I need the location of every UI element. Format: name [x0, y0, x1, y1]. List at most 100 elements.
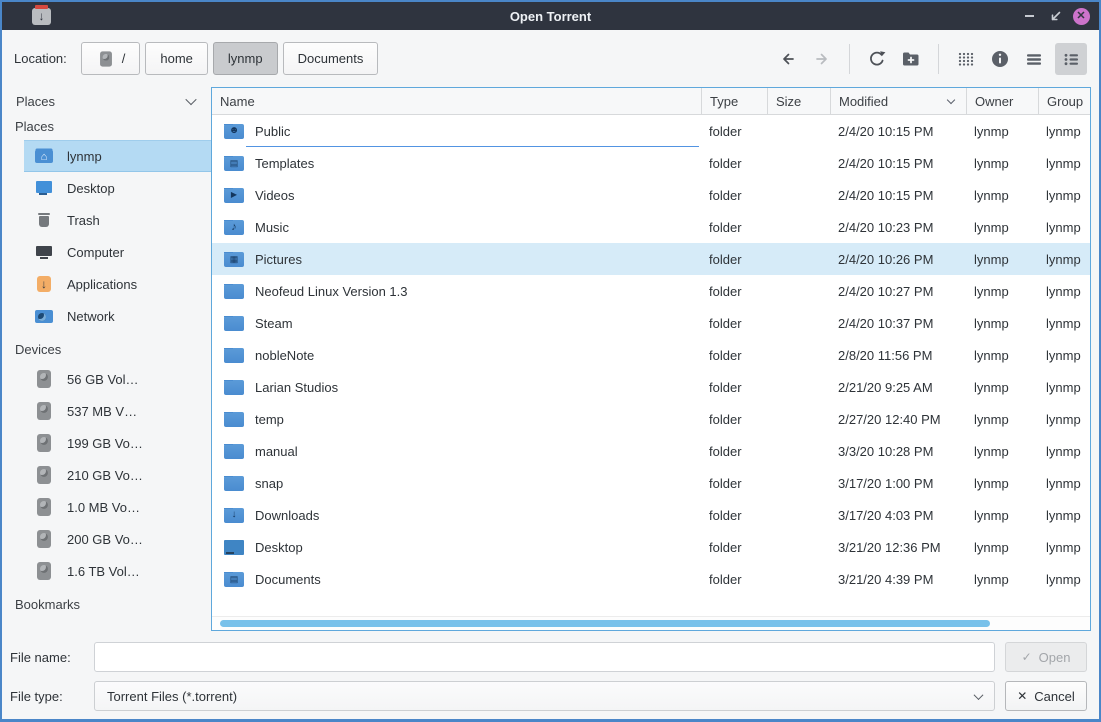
file-type: folder — [701, 156, 767, 171]
table-row[interactable]: Desktop folder 3/21/20 12:36 PM lynmp ly… — [212, 531, 1090, 563]
window-title: Open Torrent — [2, 9, 1099, 24]
detailed-list-button[interactable] — [1055, 43, 1087, 75]
place-icon — [34, 210, 54, 230]
open-button[interactable]: ✓ Open — [1005, 642, 1087, 672]
table-header: Name Type Size Modified Owner Group — [212, 88, 1090, 115]
sidebar-item-label: 199 GB Vo… — [67, 436, 143, 451]
breadcrumb-lynmp[interactable]: lynmp — [213, 42, 278, 75]
file-group: lynmp — [1038, 188, 1090, 203]
table-row[interactable]: Documents folder 3/21/20 4:39 PM lynmp l… — [212, 563, 1090, 595]
cancel-button[interactable]: ✕ Cancel — [1005, 681, 1087, 711]
file-name: Larian Studios — [255, 380, 338, 395]
table-row[interactable]: Public folder 2/4/20 10:15 PM lynmp lynm… — [212, 115, 1090, 147]
section-label-bookmarks: Bookmarks — [2, 587, 211, 618]
sidebar-item[interactable]: Desktop — [2, 172, 211, 204]
close-icon: ✕ — [1076, 11, 1085, 22]
column-header-name[interactable]: Name — [212, 88, 701, 114]
file-modified: 3/21/20 4:39 PM — [830, 572, 966, 587]
sidebar-item[interactable]: lynmp — [24, 140, 211, 172]
file-owner: lynmp — [966, 444, 1038, 459]
table-row[interactable]: snap folder 3/17/20 1:00 PM lynmp lynmp — [212, 467, 1090, 499]
horizontal-scrollbar[interactable] — [212, 616, 1090, 630]
file-modified: 2/4/20 10:15 PM — [830, 188, 966, 203]
file-modified: 2/4/20 10:37 PM — [830, 316, 966, 331]
sidebar-item-label: 537 MB V… — [67, 404, 137, 419]
file-group: lynmp — [1038, 476, 1090, 491]
toolbar-separator — [938, 44, 939, 74]
file-name: Videos — [255, 188, 295, 203]
folder-icon — [224, 124, 244, 139]
forward-button[interactable] — [809, 46, 835, 72]
file-type-select[interactable]: Torrent Files (*.torrent) — [94, 681, 995, 711]
file-name: temp — [255, 412, 284, 427]
sidebar-item-device[interactable]: 537 MB V… — [2, 395, 211, 427]
devices-list: 56 GB Vol… 537 MB V… 199 GB Vo… — [2, 363, 211, 587]
back-button[interactable] — [775, 46, 801, 72]
icon-view-button[interactable] — [953, 46, 979, 72]
transmission-app-icon — [32, 8, 51, 25]
column-header-modified[interactable]: Modified — [830, 88, 966, 114]
chevron-down-icon — [185, 94, 196, 105]
file-name: Music — [255, 220, 289, 235]
column-header-owner[interactable]: Owner — [966, 88, 1038, 114]
sidebar-item-device[interactable]: 56 GB Vol… — [2, 363, 211, 395]
column-header-group[interactable]: Group — [1038, 88, 1090, 114]
file-type: folder — [701, 220, 767, 235]
file-name: nobleNote — [255, 348, 314, 363]
file-type: folder — [701, 380, 767, 395]
short-list-button[interactable] — [1021, 46, 1047, 72]
sidebar-item-device[interactable]: 200 GB Vo… — [2, 523, 211, 555]
maximize-button[interactable] — [1045, 6, 1065, 26]
file-type-value: Torrent Files (*.torrent) — [107, 689, 237, 704]
table-row[interactable]: Pictures folder 2/4/20 10:26 PM lynmp ly… — [212, 243, 1090, 275]
table-row[interactable]: Larian Studios folder 2/21/20 9:25 AM ly… — [212, 371, 1090, 403]
sidebar-item[interactable]: Network — [2, 300, 211, 332]
file-modified: 2/21/20 9:25 AM — [830, 380, 966, 395]
breadcrumb-label: / — [122, 51, 126, 66]
short-list-icon — [1023, 48, 1045, 70]
table-row[interactable]: temp folder 2/27/20 12:40 PM lynmp lynmp — [212, 403, 1090, 435]
places-panel-header[interactable]: Places — [2, 87, 211, 109]
file-modified: 3/21/20 12:36 PM — [830, 540, 966, 555]
table-row[interactable]: Templates folder 2/4/20 10:15 PM lynmp l… — [212, 147, 1090, 179]
file-owner: lynmp — [966, 252, 1038, 267]
refresh-button[interactable] — [864, 46, 890, 72]
refresh-icon — [866, 48, 888, 70]
file-group: lynmp — [1038, 380, 1090, 395]
scrollbar-thumb[interactable] — [220, 620, 990, 627]
table-row[interactable]: nobleNote folder 2/8/20 11:56 PM lynmp l… — [212, 339, 1090, 371]
file-group: lynmp — [1038, 156, 1090, 171]
folder-icon — [224, 188, 244, 203]
breadcrumb-label: lynmp — [228, 51, 263, 66]
file-type: folder — [701, 252, 767, 267]
places-panel-title: Places — [16, 94, 55, 109]
table-row[interactable]: manual folder 3/3/20 10:28 PM lynmp lynm… — [212, 435, 1090, 467]
folder-icon — [224, 444, 244, 459]
sidebar-item-device[interactable]: 1.0 MB Vo… — [2, 491, 211, 523]
breadcrumb-home[interactable]: home — [145, 42, 208, 75]
breadcrumb-documents[interactable]: Documents — [283, 42, 379, 75]
close-button[interactable]: ✕ — [1071, 6, 1091, 26]
sidebar-item-device[interactable]: 210 GB Vo… — [2, 459, 211, 491]
file-type: folder — [701, 188, 767, 203]
sidebar-item-device[interactable]: 1.6 TB Vol… — [2, 555, 211, 587]
breadcrumb-root[interactable]: / — [81, 42, 141, 75]
properties-button[interactable] — [987, 46, 1013, 72]
table-row[interactable]: Neofeud Linux Version 1.3 folder 2/4/20 … — [212, 275, 1090, 307]
sidebar-item[interactable]: Applications — [2, 268, 211, 300]
column-header-type[interactable]: Type — [701, 88, 767, 114]
table-row[interactable]: Steam folder 2/4/20 10:37 PM lynmp lynmp — [212, 307, 1090, 339]
column-header-size[interactable]: Size — [767, 88, 830, 114]
file-name-input[interactable] — [94, 642, 995, 672]
table-row[interactable]: Videos folder 2/4/20 10:15 PM lynmp lynm… — [212, 179, 1090, 211]
table-row[interactable]: Music folder 2/4/20 10:23 PM lynmp lynmp — [212, 211, 1090, 243]
sidebar-item[interactable]: Trash — [2, 204, 211, 236]
sidebar-item-device[interactable]: 199 GB Vo… — [2, 427, 211, 459]
sidebar-item[interactable]: Computer — [2, 236, 211, 268]
table-row[interactable]: Downloads folder 3/17/20 4:03 PM lynmp l… — [212, 499, 1090, 531]
titlebar: Open Torrent ✕ — [2, 2, 1099, 30]
new-folder-button[interactable] — [898, 46, 924, 72]
file-name: Desktop — [255, 540, 303, 555]
file-type: folder — [701, 348, 767, 363]
minimize-button[interactable] — [1019, 6, 1039, 26]
